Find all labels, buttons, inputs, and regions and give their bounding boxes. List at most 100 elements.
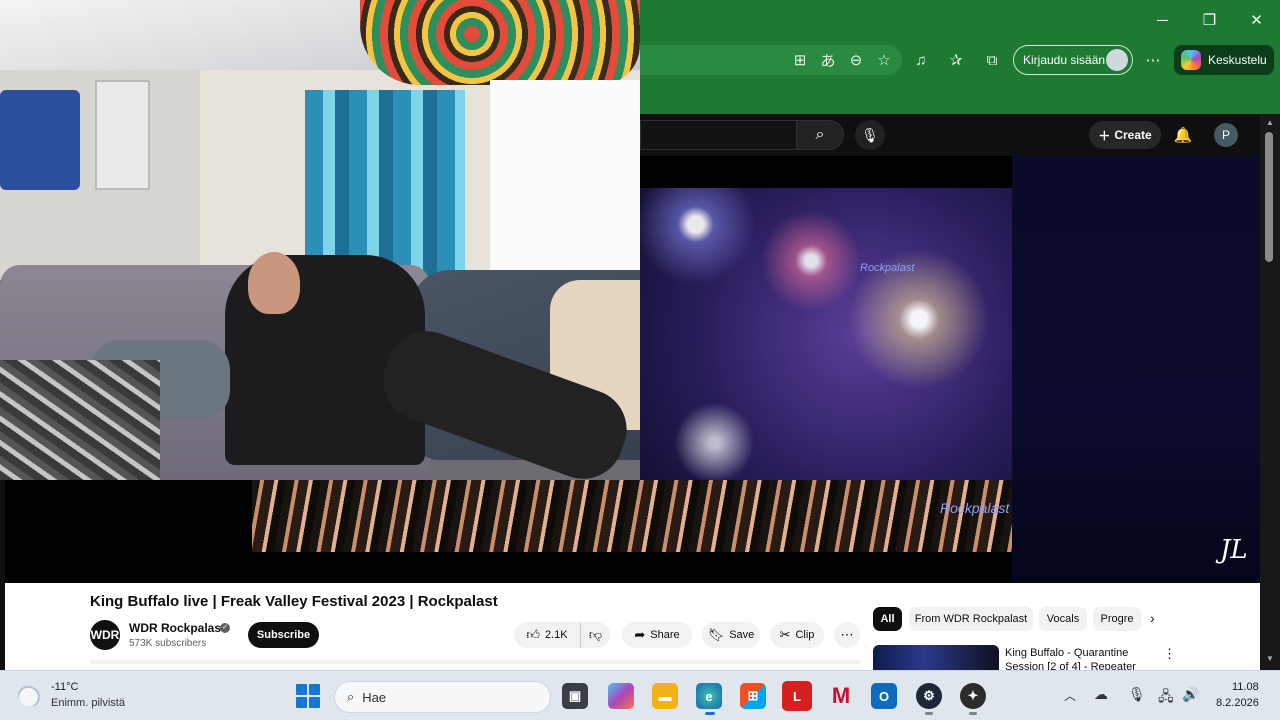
l-app-icon[interactable]: L bbox=[782, 681, 812, 711]
scroll-up-arrow-icon[interactable]: ▲ bbox=[1263, 118, 1277, 130]
recommended-video-title[interactable]: King Buffalo - Quarantine Session [2 of … bbox=[1005, 646, 1145, 670]
clip-button[interactable]: ✂ Clip bbox=[770, 622, 824, 648]
microphone-icon[interactable]: 🎙 bbox=[1128, 686, 1146, 703]
subscribe-button[interactable]: Subscribe bbox=[248, 622, 319, 648]
subscriber-count: 573K subscribers bbox=[129, 638, 207, 649]
maximize-button[interactable]: ❐ bbox=[1186, 0, 1233, 40]
sign-in-label: Kirjaudu sisään bbox=[1023, 53, 1106, 67]
mcafee-icon[interactable]: M bbox=[828, 683, 854, 709]
file-explorer-icon[interactable]: ▬ bbox=[652, 683, 678, 709]
search-icon: ⌕ bbox=[347, 689, 355, 704]
verified-check-icon: ✓ bbox=[220, 623, 230, 633]
volume-icon[interactable]: 🔊 bbox=[1182, 686, 1199, 703]
copilot-icon bbox=[1181, 50, 1201, 70]
webcam-tapestry bbox=[360, 0, 640, 85]
ellipsis-icon: ⋯ bbox=[840, 627, 854, 642]
notifications-bell-icon[interactable]: 🔔 bbox=[1172, 124, 1194, 146]
recommended-video-thumbnail[interactable] bbox=[873, 645, 999, 670]
weather-temperature[interactable]: -11°C bbox=[51, 681, 78, 693]
kebab-menu-icon[interactable]: ⋮ bbox=[1163, 646, 1176, 662]
share-button[interactable]: ➦ Share bbox=[622, 622, 692, 648]
microsoft-store-icon[interactable]: ⊞ bbox=[740, 683, 766, 709]
webcam-window bbox=[490, 80, 640, 280]
window-controls: ─ ❐ ✕ bbox=[1139, 0, 1280, 40]
webcam-overlay bbox=[0, 0, 640, 480]
favorite-star-icon[interactable]: ☆ bbox=[873, 49, 895, 71]
channel-avatar[interactable]: WDR bbox=[90, 620, 120, 650]
video-corner-logo: Rockpalast bbox=[940, 500, 1010, 516]
profile-avatar-icon bbox=[1106, 49, 1128, 71]
more-options-icon[interactable]: ⋯ bbox=[1142, 49, 1164, 71]
chip-progressive[interactable]: Progre bbox=[1093, 607, 1141, 631]
search-icon[interactable]: ⌕ bbox=[796, 120, 844, 150]
webcam-door bbox=[95, 80, 150, 190]
onedrive-cloud-icon[interactable]: ☁ bbox=[1094, 686, 1108, 703]
youtube-search-input[interactable] bbox=[640, 120, 796, 150]
cloudy-weather-icon[interactable] bbox=[18, 684, 44, 706]
clock-date[interactable]: 8.2.2026 bbox=[1216, 697, 1259, 709]
favorites-icon[interactable]: ✰ bbox=[945, 49, 967, 71]
create-button[interactable]: ＋ Create bbox=[1089, 121, 1161, 149]
windows-start-icon[interactable] bbox=[296, 684, 320, 708]
outlook-new-icon[interactable]: O bbox=[871, 683, 897, 709]
channel-name[interactable]: WDR Rockpalast bbox=[129, 621, 225, 635]
edge-browser-icon[interactable]: e bbox=[696, 683, 722, 709]
running-app-indicator bbox=[925, 712, 933, 715]
scrollbar-thumb[interactable] bbox=[1265, 132, 1273, 262]
zoom-out-icon[interactable]: ⊖ bbox=[845, 49, 867, 71]
more-actions-button[interactable]: ⋯ bbox=[834, 622, 860, 648]
taskbar-search-box[interactable]: ⌕ Hae bbox=[334, 681, 551, 713]
translate-icon[interactable]: あ bbox=[817, 49, 839, 71]
sign-in-button[interactable]: Kirjaudu sisään bbox=[1013, 45, 1133, 75]
chevron-right-icon[interactable]: › bbox=[1150, 610, 1155, 626]
like-count: 2.1K bbox=[544, 629, 568, 641]
media-control-icon[interactable]: ♫ bbox=[910, 49, 932, 71]
save-button[interactable]: 🔖︎ Save bbox=[702, 622, 760, 648]
microphone-icon[interactable]: 🎙 bbox=[855, 120, 885, 150]
share-label: Share bbox=[650, 629, 680, 641]
thumbs-up-icon: 👍︎ bbox=[526, 627, 540, 642]
apps-icon[interactable]: ⊞ bbox=[789, 49, 811, 71]
chip-from-channel[interactable]: From WDR Rockpalast bbox=[909, 607, 1033, 631]
scroll-down-arrow-icon[interactable]: ▼ bbox=[1263, 654, 1277, 666]
minimize-button[interactable]: ─ bbox=[1139, 0, 1186, 40]
bookmark-icon: 🔖︎ bbox=[707, 627, 725, 642]
player-side-area bbox=[1012, 156, 1260, 583]
close-button[interactable]: ✕ bbox=[1233, 0, 1280, 40]
channel-watermark[interactable]: JL bbox=[1220, 535, 1248, 565]
like-button[interactable]: 👍︎ 2.1K bbox=[514, 622, 580, 648]
copilot-app-icon[interactable] bbox=[608, 683, 634, 709]
thumbs-down-icon: 👎︎ bbox=[588, 627, 603, 642]
show-hidden-icons-chevron-icon[interactable]: ︿ bbox=[1064, 687, 1076, 704]
taskbar-search-placeholder: Hae bbox=[362, 689, 387, 705]
plus-icon: ＋ bbox=[1098, 128, 1111, 143]
share-arrow-icon: ➦ bbox=[634, 627, 646, 642]
create-label: Create bbox=[1114, 128, 1152, 142]
webcam-blanket bbox=[0, 360, 160, 480]
copilot-label: Keskustelu bbox=[1208, 53, 1267, 67]
steam-icon[interactable]: ⚙ bbox=[916, 683, 942, 709]
description-box-edge bbox=[90, 660, 860, 664]
task-view-icon[interactable]: ▣ bbox=[562, 683, 588, 709]
video-title: King Buffalo live | Freak Valley Festiva… bbox=[90, 593, 498, 610]
clip-label: Clip bbox=[795, 629, 815, 641]
webcam-bag bbox=[0, 90, 80, 190]
copilot-button[interactable]: Keskustelu bbox=[1174, 45, 1274, 75]
webcam-curtain bbox=[305, 90, 465, 280]
active-app-indicator bbox=[705, 712, 715, 715]
chip-all[interactable]: All bbox=[873, 607, 902, 631]
clock-time[interactable]: 11.08 bbox=[1232, 681, 1259, 693]
running-app-indicator bbox=[969, 712, 977, 715]
save-label: Save bbox=[729, 629, 755, 641]
dislike-button[interactable]: 👎︎ bbox=[580, 622, 610, 648]
account-avatar[interactable]: P bbox=[1214, 123, 1238, 147]
collections-icon[interactable]: ⧉ bbox=[981, 49, 1003, 71]
screen: ─ ❐ ✕ ⊞ あ ⊖ ☆ ♫ ✰ ⧉ Kirjaudu sisään ⋯ Ke… bbox=[0, 0, 1280, 720]
webcam-person-head bbox=[248, 252, 300, 314]
network-icon[interactable]: 🖧 bbox=[1158, 686, 1174, 710]
player-bottom-bar bbox=[5, 552, 1012, 583]
scissors-icon: ✂ bbox=[779, 627, 791, 642]
weather-description[interactable]: Enimm. pilvistä bbox=[51, 697, 125, 709]
game-app-icon[interactable]: ✦ bbox=[960, 683, 986, 709]
chip-vocals[interactable]: Vocals bbox=[1039, 607, 1087, 631]
